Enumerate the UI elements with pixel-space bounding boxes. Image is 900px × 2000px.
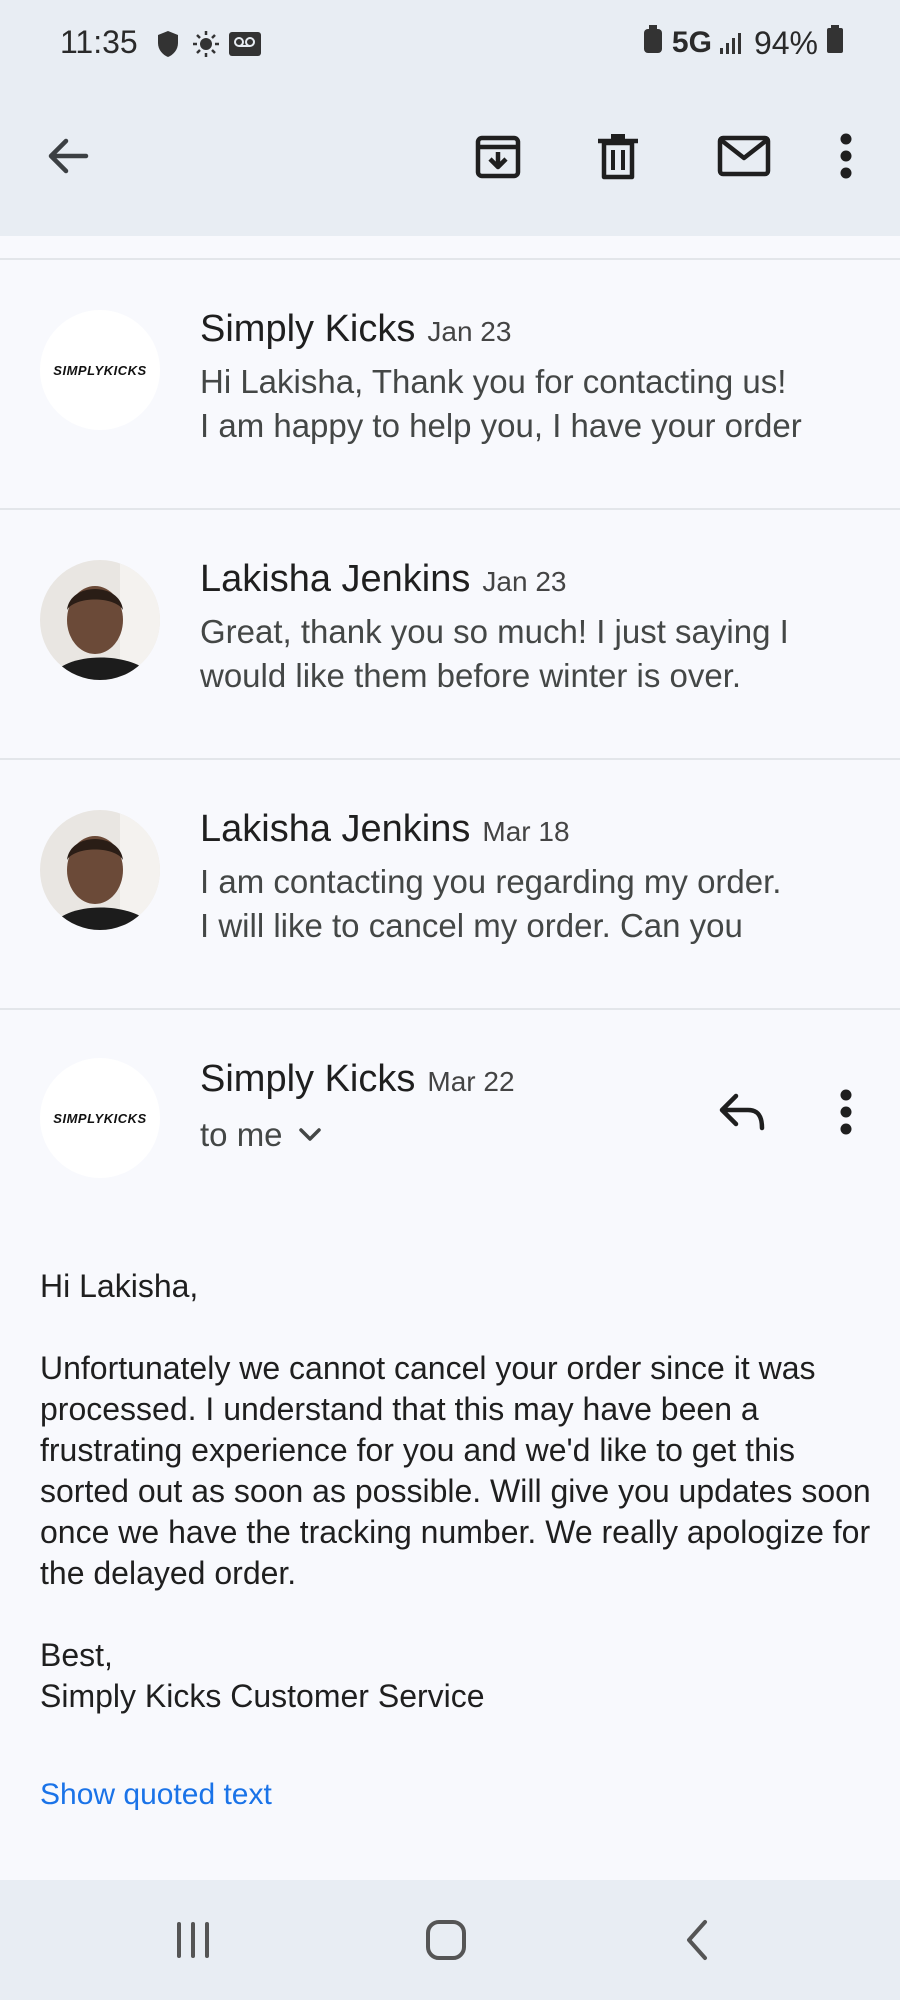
thread-message-row[interactable]: Lakisha Jenkins Mar 18 I am contacting y…: [0, 760, 900, 1008]
shield-icon: [156, 30, 180, 63]
mark-unread-button[interactable]: [712, 128, 776, 184]
sender-logo-avatar: SIMPLYKICKS: [40, 310, 160, 430]
back-button[interactable]: [40, 128, 96, 184]
recipient-label: to me: [200, 1116, 283, 1153]
message-more-button[interactable]: [818, 1082, 874, 1142]
battery-level: 94%: [753, 24, 818, 61]
sender-name: Simply Kicks: [200, 308, 416, 350]
thread-message-row[interactable]: Lakisha Jenkins Jan 23 Great, thank you …: [0, 510, 900, 758]
home-button[interactable]: [416, 1910, 476, 1970]
back-chevron-icon: [687, 1920, 707, 1960]
more-vert-icon: [840, 133, 852, 179]
expanded-sender-line: Simply Kicks Mar 22: [200, 1058, 515, 1101]
message-date: Mar 22: [427, 1066, 515, 1097]
sender-name: Simply Kicks: [200, 1058, 416, 1100]
back-nav-button[interactable]: [668, 1910, 728, 1970]
closing: Best,: [40, 1637, 113, 1673]
body-paragraph: Unfortunately we cannot cancel your orde…: [40, 1350, 871, 1591]
thread-message-row[interactable]: SIMPLYKICKS Simply Kicks Jan 23 Hi Lakis…: [0, 260, 900, 508]
message-snippet-line: Great, thank you so much! I just saying …: [200, 613, 789, 650]
chevron-down-icon: [298, 1128, 321, 1141]
sender-logo-avatar: SIMPLYKICKS: [40, 1058, 160, 1178]
sender-line: Simply Kicks Jan 23: [200, 308, 511, 351]
battery-icon: [826, 24, 844, 62]
divider: [0, 1008, 900, 1010]
recipient-details-toggle[interactable]: to me: [200, 1116, 321, 1154]
avatar: [40, 810, 160, 930]
sender-line: Lakisha Jenkins Jan 23: [200, 558, 566, 601]
sender-line: Lakisha Jenkins Mar 18: [200, 808, 570, 851]
reply-button[interactable]: [712, 1082, 772, 1142]
message-snippet-line: Hi Lakisha, Thank you for contacting us!: [200, 363, 787, 400]
message-snippet-line: I am happy to help you, I have your orde…: [200, 407, 802, 444]
status-bar: 11:35 5G 94%: [0, 0, 900, 90]
system-nav-bar: [0, 1880, 900, 2000]
sun-icon: [192, 30, 220, 63]
message-date: Jan 23: [427, 316, 512, 347]
user-photo-icon: [40, 560, 160, 680]
sender-name: Lakisha Jenkins: [200, 808, 471, 850]
home-icon: [426, 1920, 466, 1960]
message-snippet-line: I am contacting you regarding my order.: [200, 863, 782, 900]
recents-icon: [177, 1922, 209, 1958]
status-time: 11:35: [60, 24, 138, 60]
delete-button[interactable]: [590, 128, 646, 184]
user-photo-icon: [40, 810, 160, 930]
reply-icon: [719, 1093, 765, 1131]
greeting: Hi Lakisha,: [40, 1268, 199, 1304]
message-snippet-line: I will like to cancel my order. Can you: [200, 907, 743, 944]
arrow-left-icon: [48, 138, 89, 174]
message-snippet-line: would like them before winter is over.: [200, 657, 742, 694]
alarm-icon: [642, 24, 664, 62]
top-app-bar: 11:35 5G 94%: [0, 0, 900, 236]
more-options-button[interactable]: [818, 128, 874, 184]
signature: Simply Kicks Customer Service: [40, 1678, 485, 1714]
avatar: [40, 560, 160, 680]
network-type: 5G: [671, 26, 712, 59]
message-date: Mar 18: [482, 816, 570, 847]
signal-icon: [719, 25, 746, 62]
archive-icon: [475, 135, 521, 179]
archive-button[interactable]: [470, 128, 526, 184]
message-body: Hi Lakisha, Unfortunately we cannot canc…: [40, 1266, 880, 1717]
message-toolbar: [0, 110, 900, 200]
mail-icon: [717, 135, 771, 177]
recent-apps-button[interactable]: [163, 1910, 223, 1970]
sender-name: Lakisha Jenkins: [200, 558, 471, 600]
trash-icon: [598, 134, 638, 180]
voicemail-icon: [228, 30, 262, 63]
status-right-group: 5G 94%: [642, 24, 844, 62]
message-date: Jan 23: [482, 566, 567, 597]
show-quoted-text-link[interactable]: Show quoted text: [40, 1778, 272, 1812]
more-vert-icon: [840, 1089, 852, 1135]
